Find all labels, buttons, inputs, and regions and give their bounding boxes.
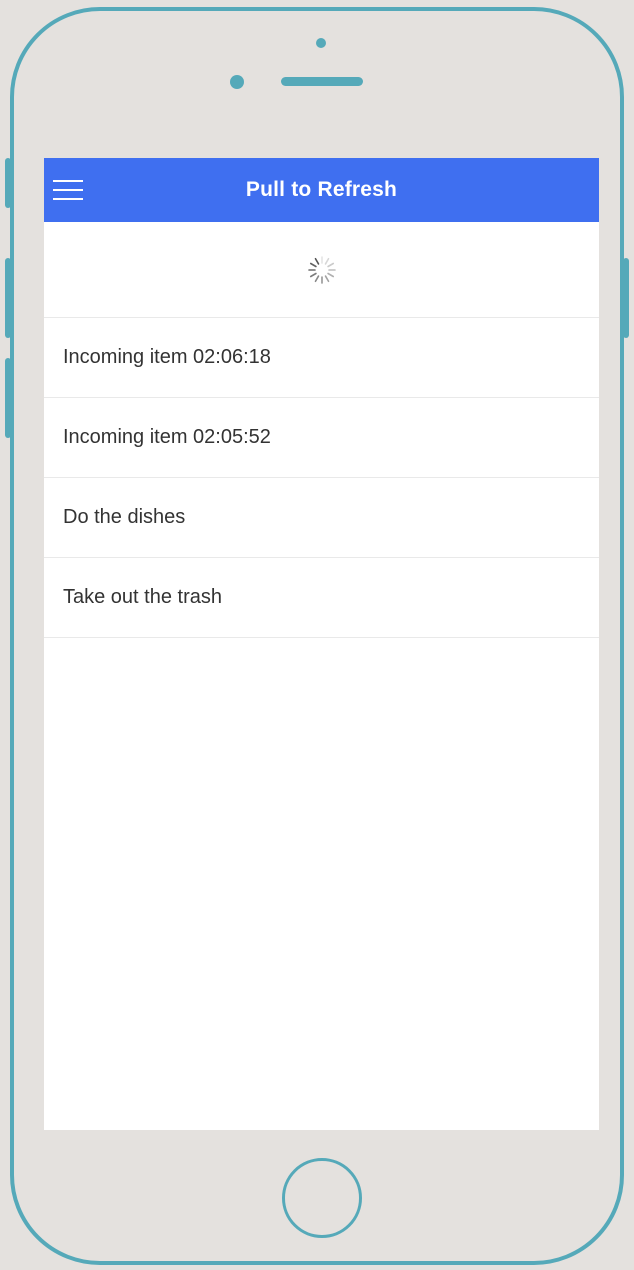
home-button[interactable] (282, 1158, 362, 1238)
earpiece-speaker (281, 77, 363, 86)
front-camera (316, 38, 326, 48)
item-list: Incoming item 02:06:18 Incoming item 02:… (44, 318, 599, 638)
app-header: Pull to Refresh (44, 158, 599, 222)
loading-spinner-icon (307, 255, 336, 284)
list-item[interactable]: Incoming item 02:06:18 (44, 318, 599, 398)
page: Pull to Refresh Incoming item 02:06:18 I… (0, 0, 634, 1270)
proximity-sensor (230, 75, 244, 89)
hamburger-menu-icon[interactable] (53, 180, 83, 202)
list-item[interactable]: Incoming item 02:05:52 (44, 398, 599, 478)
list-item[interactable]: Do the dishes (44, 478, 599, 558)
list-item[interactable]: Take out the trash (44, 558, 599, 638)
app-screen: Pull to Refresh Incoming item 02:06:18 I… (44, 158, 599, 1130)
pull-to-refresh-indicator (44, 222, 599, 318)
page-title: Pull to Refresh (245, 178, 398, 201)
